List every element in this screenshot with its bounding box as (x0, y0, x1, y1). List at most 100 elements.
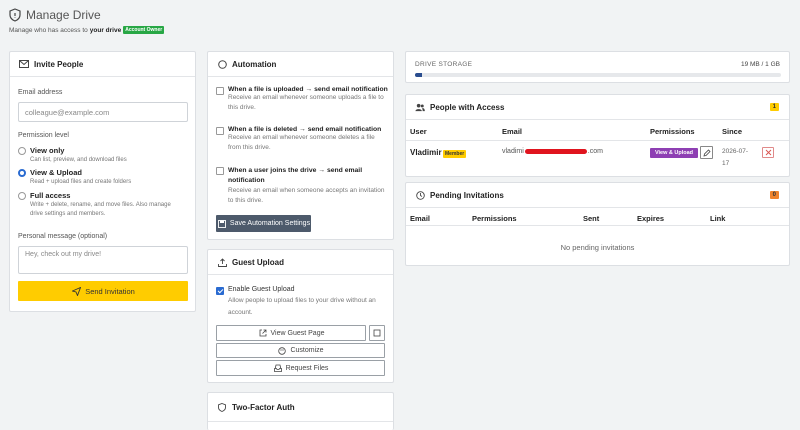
pending-count-badge: 0 (769, 191, 779, 199)
shield-small-icon (217, 402, 227, 412)
col-pending-email: Email (410, 214, 431, 223)
send-invitation-button[interactable]: Send Invitation (18, 281, 188, 301)
customize-button[interactable]: Customize (216, 343, 385, 358)
personal-message-placeholder: Hey, check out my drive! (25, 251, 102, 258)
email-input[interactable]: colleague@example.com (18, 102, 188, 122)
request-files-label: Request Files (285, 364, 329, 372)
col-pending-sent: Sent (583, 214, 600, 223)
users-icon (415, 102, 425, 112)
col-since: Since (722, 127, 743, 136)
external-link-icon (258, 328, 268, 338)
table-row: Vladimir Member vladimi .com View & Uplo… (406, 141, 789, 177)
automation-rule-delete: When a file is deleted → send email noti… (216, 126, 388, 153)
pending-invitations-card: Pending Invitations 0 Email Permissions … (405, 182, 790, 266)
full-access-radio[interactable] (18, 191, 26, 200)
drive-storage-card: DRIVE STORAGE 19 MB / 1 GB (405, 51, 790, 83)
user-name: Vladimir (410, 148, 442, 157)
delete-rule-checkbox[interactable] (216, 127, 224, 135)
since-date-line1: 2026-07- (722, 148, 749, 155)
two-factor-header: Two-Factor Auth (208, 393, 393, 422)
automation-rule-upload: When a file is uploaded → send email not… (216, 86, 388, 113)
since-date-line2: 17 (722, 160, 730, 167)
email-placeholder: colleague@example.com (25, 107, 110, 117)
col-pending-permissions: Permissions (472, 214, 517, 223)
invite-people-card: Invite People Email address colleague@ex… (9, 51, 196, 312)
automation-rule-join: When a user joins the drive → send email… (216, 166, 388, 206)
view-only-desc: Can list, preview, and download files (30, 157, 127, 163)
user-email-end: .com (587, 148, 603, 155)
view-upload-radio[interactable] (18, 168, 26, 177)
view-only-label: View only (30, 146, 65, 155)
paper-plane-icon (71, 286, 81, 296)
col-user: User (410, 127, 427, 136)
view-upload-desc: Read + upload files and create folders (30, 179, 132, 185)
storage-usage: 19 MB / 1 GB (740, 61, 780, 68)
save-icon (217, 219, 227, 229)
storage-progress-fill (415, 73, 422, 77)
two-factor-title: Two-Factor Auth (232, 402, 295, 412)
request-files-button[interactable]: Request Files (216, 360, 385, 376)
pencil-icon (702, 148, 712, 158)
full-access-label: Full access (30, 191, 71, 200)
copy-icon (372, 328, 382, 338)
inbox-icon (273, 363, 283, 373)
shield-icon (9, 8, 21, 22)
enable-guest-upload[interactable]: Enable Guest Upload Allow people to uplo… (216, 286, 388, 319)
no-pending-message: No pending invitations (560, 243, 635, 252)
account-owner-badge: Account Owner (123, 26, 165, 34)
pending-invitations-title: Pending Invitations (430, 190, 504, 200)
permission-option-view-upload[interactable]: View & Upload Read + upload files and cr… (18, 168, 188, 187)
storage-progress-bar (415, 73, 781, 77)
permission-select[interactable]: View & Upload (650, 148, 698, 158)
upload-rule-desc: Receive an email whenever someone upload… (228, 94, 384, 111)
col-pending-expires: Expires (637, 214, 665, 223)
user-email: vladimi .com (502, 148, 603, 155)
customize-label: Customize (290, 347, 324, 354)
user-email-start: vladimi (502, 148, 524, 155)
guest-upload-title: Guest Upload (232, 257, 285, 267)
since-date: 2026-07- 17 (722, 146, 748, 170)
email-redaction (524, 149, 587, 154)
permission-option-view-only[interactable]: View only Can list, preview, and downloa… (18, 146, 188, 165)
enable-guest-checkbox[interactable] (216, 287, 224, 295)
member-badge: Member (443, 150, 467, 158)
personal-message-textarea[interactable]: Hey, check out my drive! (18, 246, 188, 274)
edit-permission-button[interactable] (700, 146, 713, 159)
view-only-radio[interactable] (18, 146, 26, 155)
page-header: Manage Drive Manage who has access to yo… (9, 8, 309, 42)
email-label: Email address (18, 89, 63, 96)
pending-invitations-header: Pending Invitations 0 (406, 183, 789, 208)
view-upload-label: View & Upload (30, 168, 82, 177)
guest-upload-header: Guest Upload (208, 250, 393, 275)
page-subtitle: Manage who has access to (9, 26, 88, 34)
remove-user-button[interactable] (762, 147, 774, 158)
people-count-badge: 1 (769, 103, 779, 111)
envelope-icon (19, 59, 29, 69)
full-access-desc: Write + delete, rename, and move files. … (30, 202, 171, 217)
people-access-title: People with Access (430, 102, 505, 112)
access-table-header: User Email Permissions Since (406, 121, 789, 141)
palette-icon (277, 346, 287, 356)
join-rule-desc: Receive an email when someone accepts an… (228, 187, 385, 204)
copy-link-button[interactable] (369, 325, 385, 341)
invite-people-title: Invite People (34, 59, 84, 69)
upload-rule-title: When a file is uploaded → send email not… (228, 86, 388, 93)
permission-option-full-access[interactable]: Full access Write + delete, rename, and … (18, 191, 188, 219)
enable-guest-desc: Allow people to upload files to your dri… (228, 297, 376, 316)
join-rule-title: When a user joins the drive → send email… (228, 167, 363, 184)
permission-select-label: View & Upload (654, 150, 694, 156)
upload-rule-checkbox[interactable] (216, 87, 224, 95)
col-email: Email (502, 127, 523, 136)
save-automation-button[interactable]: Save Automation Settings (216, 215, 311, 232)
join-rule-checkbox[interactable] (216, 167, 224, 175)
people-access-card: People with Access 1 User Email Permissi… (405, 94, 790, 177)
page-subtitle-bold: your drive (89, 26, 122, 34)
people-access-header: People with Access 1 (406, 95, 789, 120)
col-pending-link: Link (710, 214, 726, 223)
circle-icon (217, 59, 227, 69)
enable-guest-label: Enable Guest Upload (228, 286, 295, 293)
view-guest-page-button[interactable]: View Guest Page (216, 325, 366, 341)
two-factor-card: Two-Factor Auth (207, 392, 394, 430)
automation-card: Automation When a file is uploaded → sen… (207, 51, 394, 240)
save-automation-label: Save Automation Settings (229, 220, 311, 227)
